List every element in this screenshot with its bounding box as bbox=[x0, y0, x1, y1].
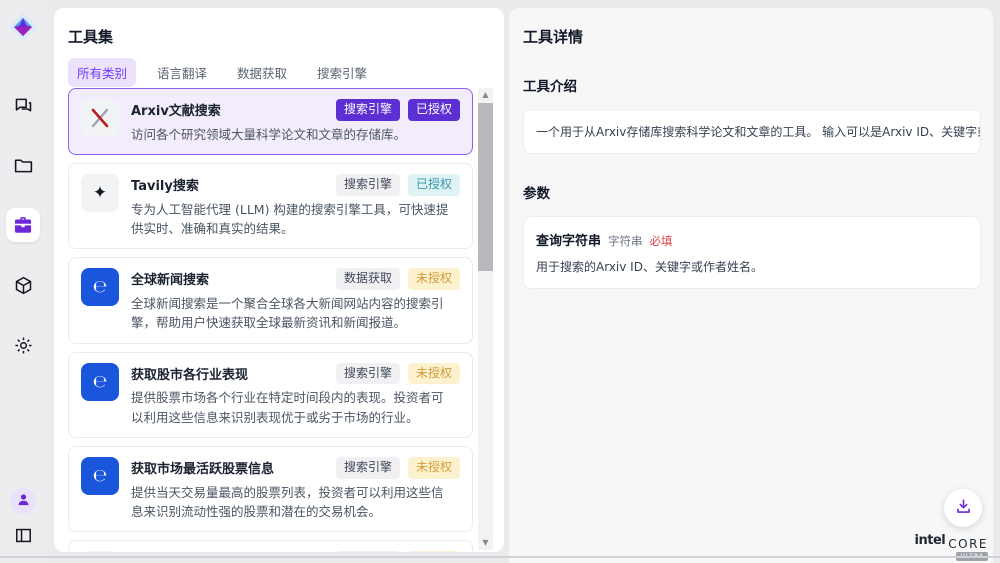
tool-description: 专为人工智能代理 (LLM) 构建的搜索引擎工具，可快速提供实时、准确和真实的结… bbox=[131, 200, 449, 239]
param-card: 查询字符串 字符串 必填 用于搜索的Arxiv ID、关键字或作者姓名。 bbox=[523, 216, 981, 289]
detail-title: 工具详情 bbox=[523, 26, 981, 47]
tool-icon: ℮ bbox=[81, 268, 119, 306]
tool-status-badge: 未授权 bbox=[408, 363, 460, 385]
folder-icon bbox=[13, 155, 34, 176]
tool-name: 获取股市各行业表现 bbox=[131, 363, 248, 383]
download-icon bbox=[954, 497, 973, 520]
scrollbar-thumb[interactable] bbox=[478, 103, 493, 271]
chat-icon bbox=[13, 95, 34, 116]
app-logo-icon bbox=[8, 12, 38, 42]
tool-name: 获取市场最活跃股票信息 bbox=[131, 457, 274, 477]
intro-text: 一个用于从Arxiv存储库搜索科学论文和文章的工具。 输入可以是Arxiv ID… bbox=[536, 123, 968, 140]
category-tab[interactable]: 语言翻译 bbox=[148, 58, 216, 87]
scrollbar-up-arrow[interactable]: ▲ bbox=[478, 88, 493, 102]
panel-toggle-button[interactable] bbox=[14, 526, 33, 549]
intro-card: 一个用于从Arxiv存储库搜索科学论文和文章的工具。 输入可以是Arxiv ID… bbox=[523, 109, 981, 154]
tool-description: 提供当天交易量最高的股票列表，投资者可以利用这些信息来识别流动性强的股票和潜在的… bbox=[131, 483, 449, 522]
tool-name: 全球新闻搜索 bbox=[131, 268, 209, 288]
tool-status-badge: 已授权 bbox=[408, 99, 460, 121]
scrollbar-down-arrow[interactable]: ▼ bbox=[478, 536, 493, 550]
category-tab[interactable]: 搜索引擎 bbox=[308, 58, 376, 87]
intel-core-logo: intel core ultra bbox=[915, 533, 988, 552]
tool-card[interactable]: 万维地区新闻查询 搜索引擎 未授权 查询具体行政区划内的新闻，快速了解各地新闻动 bbox=[68, 540, 473, 552]
category-tab[interactable]: 所有类别 bbox=[68, 58, 136, 87]
tool-category-badge: 搜索引擎 bbox=[336, 457, 400, 479]
tool-icon bbox=[81, 551, 119, 552]
sidebar-item-toolbox[interactable] bbox=[6, 208, 40, 242]
tool-status-badge: 未授权 bbox=[408, 457, 460, 479]
sidebar-item-settings[interactable] bbox=[6, 328, 40, 362]
intel-wordmark: intel bbox=[915, 533, 946, 548]
tool-icon: ℮ bbox=[81, 363, 119, 401]
user-avatar[interactable] bbox=[10, 488, 36, 514]
category-tabs: 所有类别语言翻译数据获取搜索引擎 bbox=[68, 58, 376, 87]
tool-card[interactable]: ℮ 获取股市各行业表现 搜索引擎 未授权 提供股票市场各个行业在特定时间段内的表… bbox=[68, 352, 473, 438]
toolbox-icon bbox=[12, 214, 34, 236]
tool-icon bbox=[81, 99, 119, 137]
tool-name: Tavily搜索 bbox=[131, 174, 199, 194]
tool-card[interactable]: ℮ 全球新闻搜索 数据获取 未授权 全球新闻搜索是一个聚合全球各大新闻网站内容的… bbox=[68, 257, 473, 343]
tool-list-panel: 工具集 所有类别语言翻译数据获取搜索引擎 Arxiv文献搜索 搜索引擎 已授权 … bbox=[54, 8, 504, 552]
window-bottom-edge bbox=[0, 556, 1000, 558]
sidebar-item-chat[interactable] bbox=[6, 88, 40, 122]
tool-icon: ℮ bbox=[81, 457, 119, 495]
tool-category-badge: 搜索引擎 bbox=[336, 551, 400, 552]
param-description: 用于搜索的Arxiv ID、关键字或作者姓名。 bbox=[536, 258, 968, 275]
tool-card[interactable]: ℮ 获取市场最活跃股票信息 搜索引擎 未授权 提供当天交易量最高的股票列表，投资… bbox=[68, 446, 473, 532]
param-type: 字符串 bbox=[608, 233, 643, 249]
category-tab[interactable]: 数据获取 bbox=[228, 58, 296, 87]
tool-category-badge: 搜索引擎 bbox=[336, 363, 400, 385]
tool-name: Arxiv文献搜索 bbox=[131, 99, 221, 119]
tool-icon: ✦ bbox=[81, 174, 119, 212]
tool-description: 全球新闻搜索是一个聚合全球各大新闻网站内容的搜索引擎，帮助用户快速获取全球最新资… bbox=[131, 294, 449, 333]
tool-category-badge: 搜索引擎 bbox=[336, 99, 400, 121]
user-avatar-icon bbox=[16, 492, 31, 511]
tool-card[interactable]: Arxiv文献搜索 搜索引擎 已授权 访问各个研究领域大量科学论文和文章的存储库… bbox=[68, 88, 473, 155]
tool-description: 提供股票市场各个行业在特定时间段内的表现。投资者可以利用这些信息来识别表现优于或… bbox=[131, 388, 449, 427]
tool-category-badge: 数据获取 bbox=[336, 268, 400, 290]
tool-status-badge: 已授权 bbox=[408, 174, 460, 196]
tool-name: 万维地区新闻查询 bbox=[131, 551, 235, 552]
download-button[interactable] bbox=[944, 489, 982, 527]
list-scrollbar[interactable]: ▲ ▼ bbox=[478, 88, 493, 550]
panel-toggle-icon bbox=[14, 530, 33, 549]
core-wordmark: core bbox=[948, 537, 988, 551]
tool-status-badge: 未授权 bbox=[408, 268, 460, 290]
cube-icon bbox=[13, 275, 34, 296]
params-heading: 参数 bbox=[523, 182, 981, 202]
sidebar-item-models[interactable] bbox=[6, 268, 40, 302]
tool-list: Arxiv文献搜索 搜索引擎 已授权 访问各个研究领域大量科学论文和文章的存储库… bbox=[68, 88, 473, 552]
tool-status-badge: 未授权 bbox=[408, 551, 460, 552]
page-title: 工具集 bbox=[68, 26, 113, 47]
tool-description: 访问各个研究领域大量科学论文和文章的存储库。 bbox=[131, 125, 449, 144]
tool-card[interactable]: ✦ Tavily搜索 搜索引擎 已授权 专为人工智能代理 (LLM) 构建的搜索… bbox=[68, 163, 473, 249]
intro-heading: 工具介绍 bbox=[523, 75, 981, 95]
gear-icon bbox=[13, 335, 34, 356]
tool-category-badge: 搜索引擎 bbox=[336, 174, 400, 196]
param-name: 查询字符串 bbox=[536, 230, 601, 249]
sidebar-rail bbox=[0, 0, 46, 563]
sidebar-item-files[interactable] bbox=[6, 148, 40, 182]
tool-detail-panel: 工具详情 工具介绍 一个用于从Arxiv存储库搜索科学论文和文章的工具。 输入可… bbox=[509, 8, 993, 563]
param-required-badge: 必填 bbox=[650, 233, 673, 249]
